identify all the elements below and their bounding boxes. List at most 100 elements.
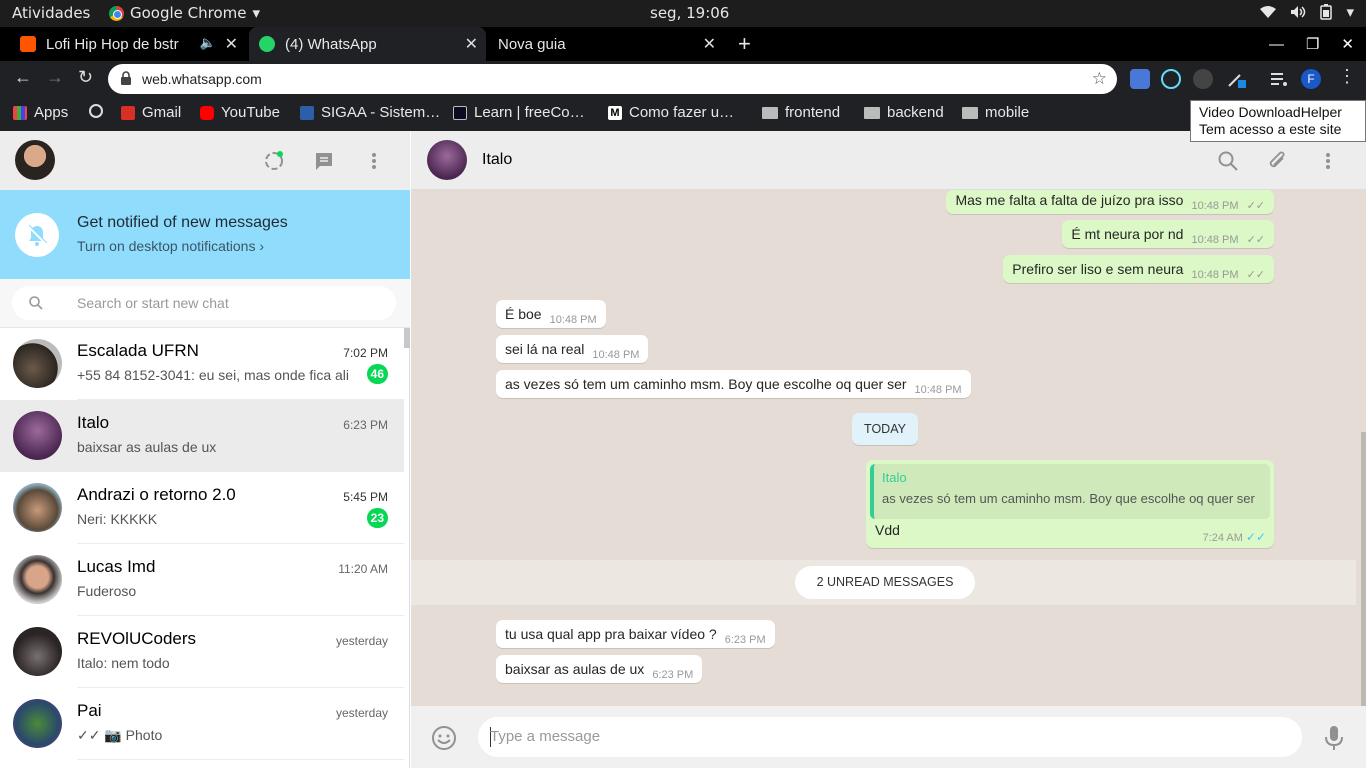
bookmark-medium[interactable]: M Como fazer u… — [608, 104, 734, 121]
quoted-message[interactable]: Italo as vezes só tem um caminho msm. Bo… — [870, 464, 1270, 519]
app-menu[interactable]: Google Chrome ▾ — [109, 4, 260, 22]
folder-icon — [864, 106, 880, 119]
bookmark-label: Learn | freeCo… — [474, 104, 585, 121]
bookmark-apps[interactable]: Apps — [13, 104, 68, 121]
compose-bar: Type a message — [411, 706, 1366, 768]
color-picker-extension-icon[interactable] — [1226, 69, 1246, 89]
bookmark-label: Gmail — [142, 104, 182, 121]
whatsapp-icon — [259, 36, 275, 52]
bookmark-freecodecamp[interactable]: Learn | freeCo… — [453, 104, 585, 121]
avatar — [13, 483, 62, 532]
message-scrollbar[interactable] — [1361, 432, 1366, 706]
search-icon[interactable] — [1217, 150, 1239, 172]
menu-icon[interactable] — [363, 150, 385, 172]
read-ticks-icon: ✓✓ — [1246, 269, 1265, 281]
chat-item-lucas-imd[interactable]: Lucas Imd 11:20 AM Fuderoso — [0, 544, 404, 616]
chat-time: 5:45 PM — [343, 490, 388, 504]
menu-icon[interactable] — [1317, 150, 1339, 172]
chat-preview: Fuderoso — [77, 583, 137, 599]
chevron-down-icon: ▾ — [252, 4, 261, 22]
bookmark-gmail[interactable]: Gmail — [121, 104, 181, 121]
message-time: 10:48 PM — [1191, 269, 1239, 281]
bookmark-label: frontend — [785, 104, 841, 121]
search-input[interactable]: Search or start new chat — [12, 286, 396, 320]
message-time: 10:48 PM — [592, 349, 640, 361]
message-incoming[interactable]: sei lá na real 10:48 PM — [496, 335, 649, 363]
minimize-button[interactable]: — — [1269, 36, 1284, 53]
translate-extension-icon[interactable] — [1130, 69, 1150, 89]
activities-button[interactable]: Atividades — [12, 4, 90, 22]
chat-item-escalada-ufrn[interactable]: Escalada UFRN 7:02 PM +55 84 8152-3041: … — [0, 328, 404, 400]
message-incoming[interactable]: tu usa qual app pra baixar vídeo ? 6:23 P… — [496, 620, 775, 648]
attach-icon[interactable] — [1267, 150, 1289, 172]
emoji-icon[interactable] — [431, 725, 457, 751]
chat-name: REVOlUCoders — [77, 629, 197, 648]
tab-whatsapp[interactable]: (4) WhatsApp ✕ — [249, 27, 486, 61]
message-outgoing[interactable]: É mt neura por nd 10:48 PM ✓✓ — [1062, 220, 1274, 248]
read-ticks-icon: ✓✓ — [1246, 234, 1265, 246]
bookmark-globe[interactable] — [89, 104, 103, 118]
gmail-icon — [121, 105, 135, 120]
chat-time: 6:23 PM — [343, 418, 388, 432]
profile-avatar[interactable]: F — [1301, 69, 1321, 89]
my-avatar[interactable] — [15, 140, 55, 180]
close-tab-icon[interactable]: ✕ — [225, 34, 238, 54]
message-outgoing[interactable]: Prefiro ser liso e sem neura 10:48 PM ✓✓ — [1003, 255, 1274, 283]
speaker-icon[interactable]: 🔈 — [200, 35, 216, 51]
microphone-icon[interactable] — [1324, 725, 1344, 751]
notification-banner[interactable]: Get notified of new messages Turn on des… — [0, 190, 410, 279]
message-incoming[interactable]: É boe 10:48 PM — [496, 300, 606, 328]
system-tray[interactable]: ▾ — [1260, 3, 1354, 21]
close-tab-icon[interactable]: ✕ — [465, 34, 478, 54]
bookmark-star-icon[interactable]: ☆ — [1092, 69, 1107, 89]
status-icon[interactable] — [263, 150, 285, 172]
message-outgoing-reply[interactable]: Italo as vezes só tem um caminho msm. Bo… — [866, 460, 1274, 548]
media-control-icon[interactable] — [1269, 69, 1289, 89]
forward-button[interactable]: → — [46, 67, 64, 88]
bookmark-sigaa[interactable]: SIGAA - Sistem… — [300, 104, 440, 121]
message-input[interactable]: Type a message — [478, 717, 1302, 757]
chat-item-pai[interactable]: Pai yesterday ✓✓ 📷 Photo — [0, 688, 404, 760]
enable-notifications-link[interactable]: Turn on desktop notifications › — [77, 238, 264, 254]
message-time: 10:48 PM — [1191, 234, 1239, 246]
bookmark-youtube[interactable]: YouTube — [200, 104, 280, 121]
react-devtools-icon[interactable] — [1161, 69, 1181, 89]
reload-button[interactable]: ↻ — [78, 67, 93, 88]
chat-list-scrollbar[interactable] — [404, 328, 410, 348]
message-outgoing[interactable]: Mas me falta a falta de juízo pra isso 10… — [946, 190, 1274, 214]
contact-avatar[interactable] — [427, 140, 467, 180]
battery-icon — [1320, 4, 1333, 20]
chat-preview: ✓✓ 📷 Photo — [77, 727, 163, 743]
tab-lofi[interactable]: Lofi Hip Hop de bstr 🔈 ✕ — [0, 27, 246, 61]
message-time: 6:23 PM — [724, 634, 766, 646]
bookmark-folder-backend[interactable]: backend — [864, 104, 944, 121]
bookmark-folder-mobile[interactable]: mobile — [962, 104, 1029, 121]
window-controls: — ❐ ✕ — [1269, 27, 1354, 61]
new-chat-icon[interactable] — [313, 150, 335, 172]
chat-item-revolucoders[interactable]: REVOlUCoders yesterday Italo: nem todo — [0, 616, 404, 688]
clock[interactable]: seg, 19:06 — [650, 4, 729, 22]
close-window-button[interactable]: ✕ — [1341, 35, 1354, 53]
back-button[interactable]: ← — [14, 67, 32, 88]
chat-item-italo[interactable]: Italo 6:23 PM baixsar as aulas de ux — [0, 400, 404, 472]
youtube-icon — [200, 105, 214, 120]
chat-sidebar: Get notified of new messages Turn on des… — [0, 131, 410, 768]
message-incoming[interactable]: baixsar as aulas de ux 6:23 PM — [496, 655, 703, 683]
message-incoming[interactable]: as vezes só tem um caminho msm. Boy que … — [496, 370, 971, 398]
address-bar[interactable]: web.whatsapp.com ☆ — [108, 64, 1117, 94]
message-time: 6:23 PM — [652, 669, 694, 681]
video-downloadhelper-icon[interactable] — [1193, 69, 1213, 89]
chat-name: Escalada UFRN — [77, 341, 199, 360]
new-tab-button[interactable]: + — [738, 27, 758, 61]
search-icon — [29, 296, 43, 310]
bookmark-folder-frontend[interactable]: frontend — [762, 104, 840, 121]
sidebar-header — [0, 131, 410, 190]
tooltip-line: Video DownloadHelper — [1199, 104, 1342, 120]
tab-nova-guia[interactable]: Nova guia ✕ — [488, 27, 724, 61]
contact-name[interactable]: Italo — [482, 151, 512, 169]
close-tab-icon[interactable]: ✕ — [703, 34, 716, 54]
maximize-button[interactable]: ❐ — [1306, 35, 1319, 53]
chat-item-andrazi[interactable]: Andrazi o retorno 2.0 5:45 PM Neri: KKKK… — [0, 472, 404, 544]
chrome-menu-button[interactable]: ⋮ — [1338, 66, 1356, 87]
tab-title: (4) WhatsApp — [285, 35, 377, 53]
